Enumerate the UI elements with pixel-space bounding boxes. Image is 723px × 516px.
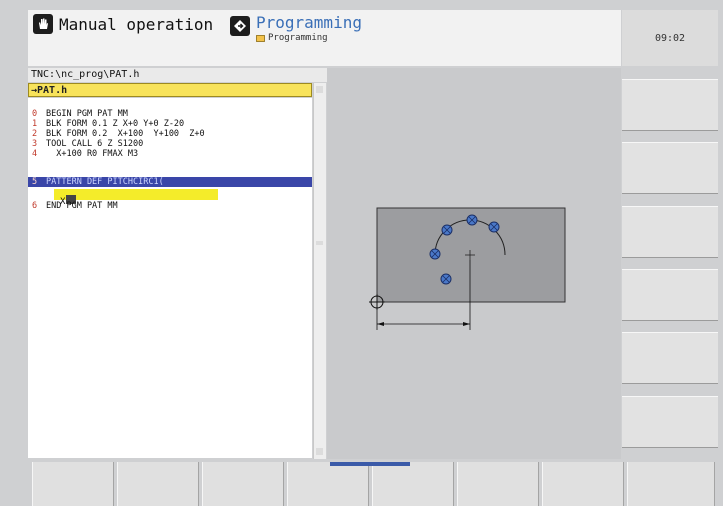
side-softkey-3[interactable] [622, 206, 718, 258]
scroll-down-icon[interactable] [316, 448, 323, 455]
scroll-up-icon[interactable] [316, 86, 323, 93]
program-line[interactable]: 4 X+100 R0 FMAX M3 [32, 149, 138, 159]
side-softkey-4[interactable] [622, 269, 718, 321]
softkey-level-indicator [330, 462, 410, 466]
side-softkey-1[interactable] [622, 79, 718, 131]
folder-icon [256, 35, 265, 42]
softkey-4[interactable] [287, 462, 369, 506]
softkey-6[interactable] [457, 462, 539, 506]
file-tab[interactable]: →PAT.h [28, 83, 312, 97]
program-line[interactable]: 1 BLK FORM 0.1 Z X+0 Y+0 Z-20 [32, 119, 184, 129]
programming-sublabel: Programming [268, 33, 328, 43]
side-softkey-2[interactable] [622, 142, 718, 194]
programming-label: Programming [256, 13, 362, 32]
side-softkey-5[interactable] [622, 332, 718, 384]
manual-operation-tab[interactable]: Manual operation [33, 13, 213, 35]
selected-program-line[interactable]: 5 PATTERN DEF PITCHCIRC1( [28, 177, 312, 187]
softkey-2[interactable] [117, 462, 199, 506]
clock-display: 09:02 [622, 10, 718, 66]
program-line[interactable]: 6 END PGM PAT MM [32, 201, 118, 211]
programming-icon [230, 16, 250, 36]
softkey-5[interactable] [372, 462, 454, 506]
softkey-row [28, 462, 718, 506]
program-line[interactable]: 2 BLK FORM 0.2 X+100 Y+100 Z+0 [32, 129, 205, 139]
softkey-7[interactable] [542, 462, 624, 506]
softkey-3[interactable] [202, 462, 284, 506]
program-line[interactable]: 3 TOOL CALL 6 Z S1200 [32, 139, 143, 149]
program-line[interactable]: 0 BEGIN PGM PAT MM [32, 109, 128, 119]
program-path: TNC:\nc_prog\PAT.h [28, 68, 331, 82]
programming-graphic [327, 68, 621, 459]
listing-scrollbar[interactable] [313, 83, 326, 459]
softkey-1[interactable] [32, 462, 114, 506]
programming-tab[interactable]: Programming Programming [230, 14, 362, 43]
pattern-drawing [369, 207, 566, 330]
program-listing[interactable]: 0 BEGIN PGM PAT MM 1 BLK FORM 0.1 Z X+0 Y+… [28, 98, 312, 458]
parameter-input[interactable]: X [54, 189, 218, 207]
side-softkey-6[interactable] [622, 396, 718, 448]
hand-icon [33, 14, 53, 34]
manual-operation-label: Manual operation [59, 14, 214, 34]
softkey-8[interactable] [627, 462, 715, 506]
scroll-thumb[interactable] [316, 241, 323, 245]
